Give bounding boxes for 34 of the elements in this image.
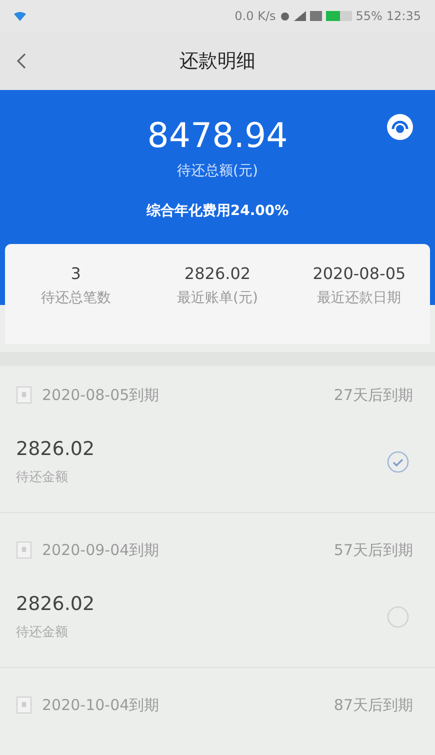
bill-icon <box>16 386 32 404</box>
amount-label: 待还金额 <box>16 624 69 641</box>
due-date: 2020-10-04到期 <box>42 696 160 714</box>
stat-value: 2826.02 <box>184 264 251 283</box>
days-remaining: 57天后到期 <box>334 540 413 560</box>
customer-service-icon[interactable] <box>385 112 415 142</box>
days-remaining: 87天后到期 <box>334 696 413 714</box>
amount-label: 待还金额 <box>16 469 69 486</box>
stat-label: 最近还款日期 <box>317 289 402 307</box>
due-date: 2020-08-05到期 <box>42 386 160 404</box>
amount-due: 2826.02 <box>16 593 95 615</box>
stat-value: 3 <box>70 264 81 283</box>
clock: 12:35 <box>386 9 421 23</box>
amount-due: 2826.02 <box>16 438 95 460</box>
wifi-icon <box>14 12 26 20</box>
checked-circle-icon[interactable] <box>387 451 409 473</box>
bill-icon <box>16 541 32 559</box>
sim-icon <box>310 11 322 21</box>
total-label: 待还总额(元) <box>177 162 258 180</box>
due-date: 2020-09-04到期 <box>42 540 160 560</box>
alarm-icon <box>280 11 290 21</box>
stat-label: 最近账单(元) <box>177 289 258 307</box>
stat-value: 2020-08-05 <box>312 264 406 283</box>
network-speed: 0.0 K/s <box>234 9 276 23</box>
signal-icon <box>294 11 306 21</box>
battery-icon <box>326 11 352 21</box>
chevron-left-icon <box>14 52 28 70</box>
stat-label: 待还总笔数 <box>40 289 111 307</box>
battery-percent: 55% <box>356 9 382 23</box>
days-remaining: 27天后到期 <box>334 386 413 404</box>
annual-rate: 综合年化费用24.00% <box>146 202 289 220</box>
bill-icon <box>16 696 32 714</box>
total-amount: 8478.94 <box>147 116 288 156</box>
page-title: 还款明细 <box>180 49 256 74</box>
